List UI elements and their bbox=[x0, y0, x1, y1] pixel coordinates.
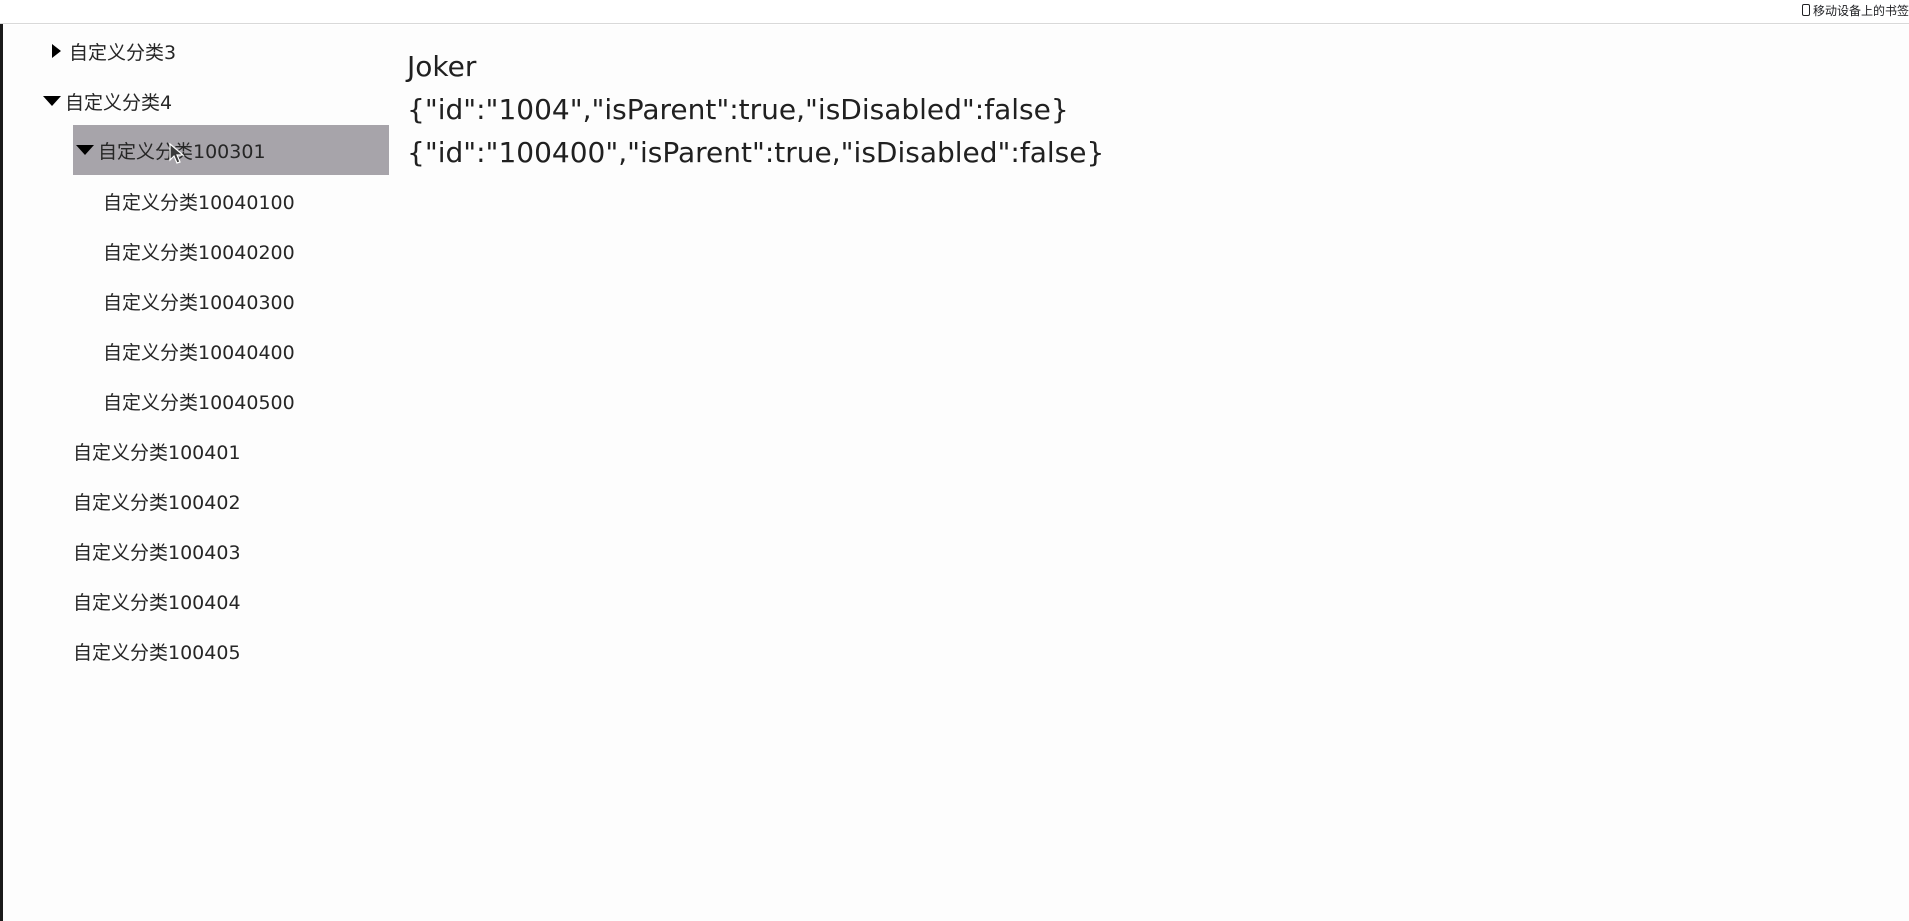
mobile-bookmarks-button[interactable]: 移动设备上的书签 bbox=[1801, 2, 1909, 18]
tree-node-category-100401[interactable]: 自定义分类100401 bbox=[73, 426, 241, 476]
tree-node-category-100403[interactable]: 自定义分类100403 bbox=[73, 526, 241, 576]
tree-node-category-3[interactable]: 自定义分类3 bbox=[47, 26, 176, 76]
tree-node-category-10040300[interactable]: 自定义分类10040300 bbox=[103, 276, 295, 326]
info-node-json-1: {"id":"1004","isParent":true,"isDisabled… bbox=[407, 93, 1069, 126]
tree-node-category-4[interactable]: 自定义分类4 bbox=[43, 76, 172, 126]
tree-node-label: 自定义分类10040200 bbox=[103, 241, 295, 264]
tree-node-category-100402[interactable]: 自定义分类100402 bbox=[73, 476, 241, 526]
tree-node-category-100405[interactable]: 自定义分类100405 bbox=[73, 626, 241, 676]
tree-node-label: 自定义分类100402 bbox=[73, 491, 241, 514]
caret-down-icon[interactable] bbox=[43, 92, 61, 110]
info-name: Joker bbox=[407, 50, 477, 83]
tree-node-category-10040100[interactable]: 自定义分类10040100 bbox=[103, 176, 295, 226]
tree-node-label: 自定义分类10040400 bbox=[103, 341, 295, 364]
mobile-bookmarks-label: 移动设备上的书签 bbox=[1812, 3, 1909, 18]
tree-node-category-10040200[interactable]: 自定义分类10040200 bbox=[103, 226, 295, 276]
caret-right-icon[interactable] bbox=[47, 42, 65, 60]
tree-node-label: 自定义分类3 bbox=[69, 41, 177, 64]
mobile-device-icon bbox=[1801, 4, 1810, 16]
tree-node-category-100301[interactable]: 自定义分类100301 bbox=[73, 125, 389, 175]
tree-node-category-10040500[interactable]: 自定义分类10040500 bbox=[103, 376, 295, 426]
tree-node-label: 自定义分类10040100 bbox=[103, 191, 295, 214]
tree-node-category-10040400[interactable]: 自定义分类10040400 bbox=[103, 326, 295, 376]
browser-top-bar: 移动设备上的书签 bbox=[0, 0, 1909, 24]
caret-down-icon[interactable] bbox=[76, 141, 94, 159]
tree-node-label: 自定义分类10040500 bbox=[103, 391, 295, 414]
info-node-json-2: {"id":"100400","isParent":true,"isDisabl… bbox=[407, 136, 1105, 169]
tree-node-label: 自定义分类100301 bbox=[98, 140, 266, 163]
tree-node-label: 自定义分类100403 bbox=[73, 541, 241, 564]
tree-node-label: 自定义分类100404 bbox=[73, 591, 241, 614]
tree-node-label: 自定义分类100405 bbox=[73, 641, 241, 664]
tree-node-label: 自定义分类10040300 bbox=[103, 291, 295, 314]
tree-node-category-100404[interactable]: 自定义分类100404 bbox=[73, 576, 241, 626]
tree-node-label: 自定义分类4 bbox=[65, 91, 173, 114]
tree-node-label: 自定义分类100401 bbox=[73, 441, 241, 464]
selection-info-panel: Joker {"id":"1004","isParent":true,"isDi… bbox=[407, 45, 1104, 174]
page-content: 自定义分类3 自定义分类4 自定义分类100301 自定义分类10040100 … bbox=[3, 25, 1909, 921]
